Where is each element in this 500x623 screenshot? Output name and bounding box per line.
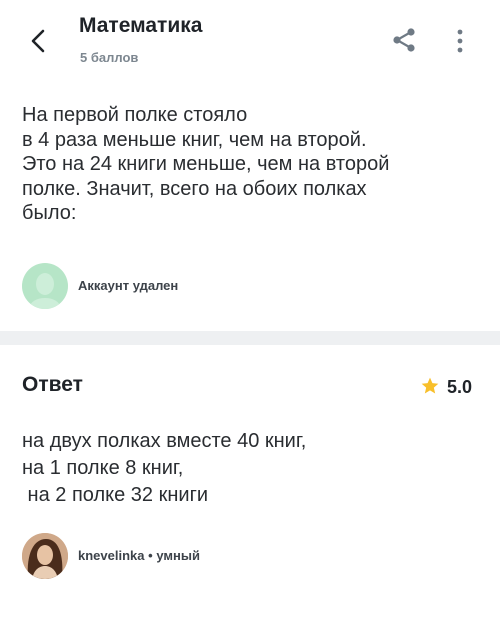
question-text: На первой полке стояло в 4 раза меньше к… [22, 103, 487, 226]
user-silhouette-icon [30, 273, 60, 309]
answer-line: на 2 полке 32 книги [22, 484, 209, 506]
question-author-name: Аккаунт удален [78, 278, 179, 293]
answer-line: на двух полках вместе 40 книг, [22, 430, 307, 452]
answer-author-info: knevelinka • умный [78, 548, 200, 563]
rating-value: 5.0 [447, 377, 473, 397]
rank-separator: • [148, 548, 153, 563]
question-line: Это на 24 книги меньше, чем на второй [22, 153, 390, 175]
answer-author-name: knevelinka [78, 548, 145, 563]
star-icon [421, 377, 439, 394]
answer-line: на 1 полке 8 книг, [22, 457, 184, 479]
subject-title: Математика [79, 14, 203, 37]
answer-heading: Ответ [22, 373, 83, 396]
section-divider [0, 331, 500, 345]
answer-text: на двух полках вместе 40 книг, на 1 полк… [22, 428, 306, 509]
top-bar: Математика 5 баллов [0, 0, 500, 80]
question-line: в 4 раза меньше книг, чем на второй. [22, 128, 367, 151]
chevron-left-icon[interactable] [24, 26, 54, 56]
answer-author-rank: умный [156, 548, 200, 563]
share-icon[interactable] [391, 27, 417, 53]
deleted-user-avatar [22, 263, 68, 309]
question-line: На первой полке стояло [22, 104, 248, 126]
answer-author-avatar [22, 533, 68, 579]
points-label: 5 баллов [80, 50, 139, 65]
user-photo-icon [22, 533, 68, 579]
question-line: полке. Значит, всего на обоих полках [22, 177, 367, 200]
more-vertical-icon[interactable] [453, 27, 467, 55]
question-line: было: [22, 202, 77, 224]
